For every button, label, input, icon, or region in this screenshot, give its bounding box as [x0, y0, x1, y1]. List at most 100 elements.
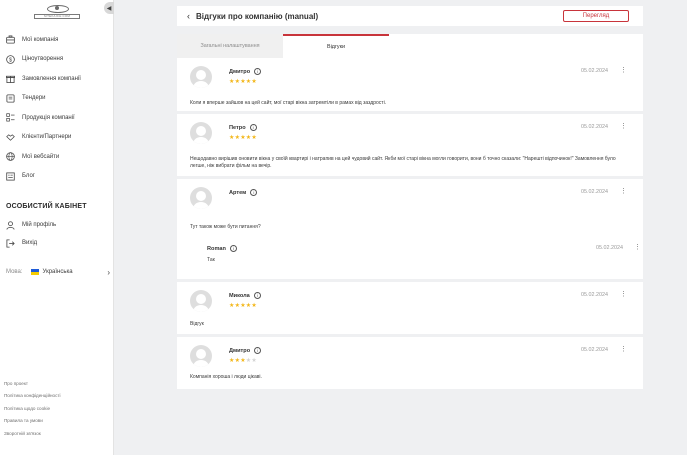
briefcase-icon [6, 35, 15, 44]
blog-icon [6, 172, 15, 181]
review-author-row: Петро i [229, 124, 257, 131]
review-date: 05.02.2024 [581, 347, 608, 353]
chevron-left-icon[interactable]: ‹ [187, 11, 190, 21]
rating-stars: ★★★★★ [229, 302, 257, 309]
more-options-icon[interactable]: ⋮ [620, 290, 627, 298]
logo-icon [47, 3, 69, 13]
info-icon[interactable]: i [253, 292, 261, 299]
document-icon [6, 94, 15, 103]
globe-icon [6, 152, 15, 162]
footer-links: Про проект Політика конфіденційності Пол… [4, 378, 112, 440]
sidebar-item-pricing[interactable]: $ Ціноутворення [0, 50, 114, 70]
more-options-icon[interactable]: ⋮ [620, 345, 627, 353]
review-card: Артем i 05.02.2024 ⋮ Тут також може бути… [177, 179, 643, 279]
avatar [190, 345, 212, 367]
sidebar-item-my-company[interactable]: Мої компанія [0, 30, 114, 50]
review-author: Петро [229, 124, 246, 131]
avatar [190, 290, 212, 312]
star-icon: ★ [251, 358, 257, 364]
footer-link-terms[interactable]: Правила та умови [4, 415, 112, 427]
language-value: Українська [42, 269, 73, 275]
sidebar: SITEKAICH.COM ◀ Мої компанія $ Ціноутвор… [0, 0, 114, 455]
review-author-row: Артем i [229, 189, 258, 196]
review-author: Артем [229, 189, 247, 196]
tab-general-settings[interactable]: Загальні налаштування [177, 34, 283, 58]
handshake-icon [6, 133, 15, 142]
info-icon[interactable]: i [250, 189, 258, 196]
page-header: ‹ Відгуки про компанію (manual) Перегляд [177, 6, 643, 26]
language-label: Мова: [6, 269, 23, 275]
review-text: Коли я вперше зайшов на цей сайт, мої ст… [190, 100, 387, 106]
sidebar-item-websites[interactable]: Мої вебсайти [0, 147, 114, 167]
info-icon[interactable]: i [254, 68, 262, 75]
sidebar-item-label: Тендери [22, 95, 46, 102]
reviews-list: Дмитро i ★★★★★ 05.02.2024 ⋮ Коли я вперш… [177, 58, 643, 392]
logo[interactable]: SITEKAICH.COM [0, 0, 114, 26]
review-card: Дмитро i ★★★★★ 05.02.2024 ⋮ Компанія хор… [177, 337, 643, 389]
sidebar-item-label: Мої вебсайти [22, 153, 60, 160]
sidebar-item-logout[interactable]: Вихід [0, 234, 114, 252]
info-icon[interactable]: i [254, 347, 262, 354]
footer-link-about[interactable]: Про проект [4, 378, 112, 390]
more-options-icon[interactable]: ⋮ [620, 66, 627, 74]
avatar [190, 66, 212, 88]
page-title: Відгуки про компанію (manual) [196, 11, 319, 21]
star-icon: ★ [251, 79, 257, 85]
review-author: Дмитро [229, 347, 251, 354]
sidebar-item-orders[interactable]: Замовлення компанії [0, 69, 114, 89]
review-text: Нещодавно вирішив оновити вікна у своїй … [190, 156, 616, 169]
reply-text: Так [207, 257, 215, 263]
sidebar-item-label: Замовлення компанії [22, 75, 81, 82]
cabinet-section-title: ОСОБИСТИЙ КАБІНЕТ [6, 203, 87, 210]
review-text: Компанія хороша і люди цікаві. [190, 374, 262, 380]
footer-link-cookie[interactable]: Політика щодо cookie [4, 403, 112, 415]
reply-author: Roman [207, 245, 226, 252]
avatar [190, 187, 212, 209]
language-selector[interactable]: Мова: Українська › [6, 266, 110, 278]
more-options-icon[interactable]: ⋮ [620, 187, 627, 195]
sidebar-item-label: Клієнти/Партнери [22, 134, 72, 141]
gift-icon [6, 74, 15, 84]
sidebar-item-tenders[interactable]: Тендери [0, 89, 114, 109]
sidebar-item-products[interactable]: Продукція компанії [0, 108, 114, 128]
sidebar-nav: Мої компанія $ Ціноутворення Замовлення … [0, 30, 114, 186]
avatar [190, 122, 212, 144]
review-date: 05.02.2024 [581, 292, 608, 298]
sidebar-item-label: Мій профіль [22, 222, 57, 228]
review-card: Микола i ★★★★★ 05.02.2024 ⋮ Відгук [177, 282, 643, 334]
sidebar-item-profile[interactable]: Мій профіль [0, 216, 114, 234]
footer-link-feedback[interactable]: Зворотній зв'язок [4, 428, 112, 440]
tab-reviews[interactable]: Відгуки [283, 34, 389, 58]
rating-stars: ★★★★★ [229, 357, 257, 364]
review-author: Микола [229, 292, 250, 299]
review-author: Дмитро [229, 68, 251, 75]
info-icon[interactable]: i [249, 124, 257, 131]
sidebar-item-blog[interactable]: Блог [0, 167, 114, 187]
footer-link-privacy[interactable]: Політика конфіденційності [4, 390, 112, 402]
review-author-row: Микола i [229, 292, 261, 299]
view-button[interactable]: Перегляд [563, 10, 629, 22]
sidebar-item-label: Блог [22, 173, 35, 180]
sidebar-item-clients[interactable]: Клієнти/Партнери [0, 128, 114, 148]
rating-stars: ★★★★★ [229, 134, 257, 141]
grid-list-icon [6, 113, 15, 122]
main-content: ‹ Відгуки про компанію (manual) Перегляд… [114, 0, 687, 455]
cabinet-nav: Мій профіль Вихід [0, 216, 114, 252]
tabs: Загальні налаштування Відгуки [177, 34, 643, 58]
review-date: 05.02.2024 [581, 68, 608, 74]
sidebar-item-label: Вихід [22, 240, 38, 246]
more-options-icon[interactable]: ⋮ [620, 122, 627, 130]
logout-icon [6, 238, 15, 248]
collapse-sidebar-button[interactable]: ◀ [104, 2, 114, 14]
star-icon: ★ [251, 303, 257, 309]
sidebar-item-label: Ціноутворення [22, 56, 64, 63]
more-options-icon[interactable]: ⋮ [634, 243, 641, 251]
dollar-icon: $ [6, 54, 15, 64]
review-card: Петро i ★★★★★ 05.02.2024 ⋮ Нещодавно вир… [177, 114, 643, 176]
ukraine-flag-icon [30, 269, 39, 275]
review-author-row: Дмитро i [229, 347, 262, 354]
sidebar-item-label: Мої компанія [22, 36, 59, 43]
info-icon[interactable]: i [229, 245, 237, 252]
logo-mark: SITEKAICH.COM [33, 3, 81, 23]
review-reply: Roman i Так 05.02.2024 ⋮ [207, 244, 641, 269]
